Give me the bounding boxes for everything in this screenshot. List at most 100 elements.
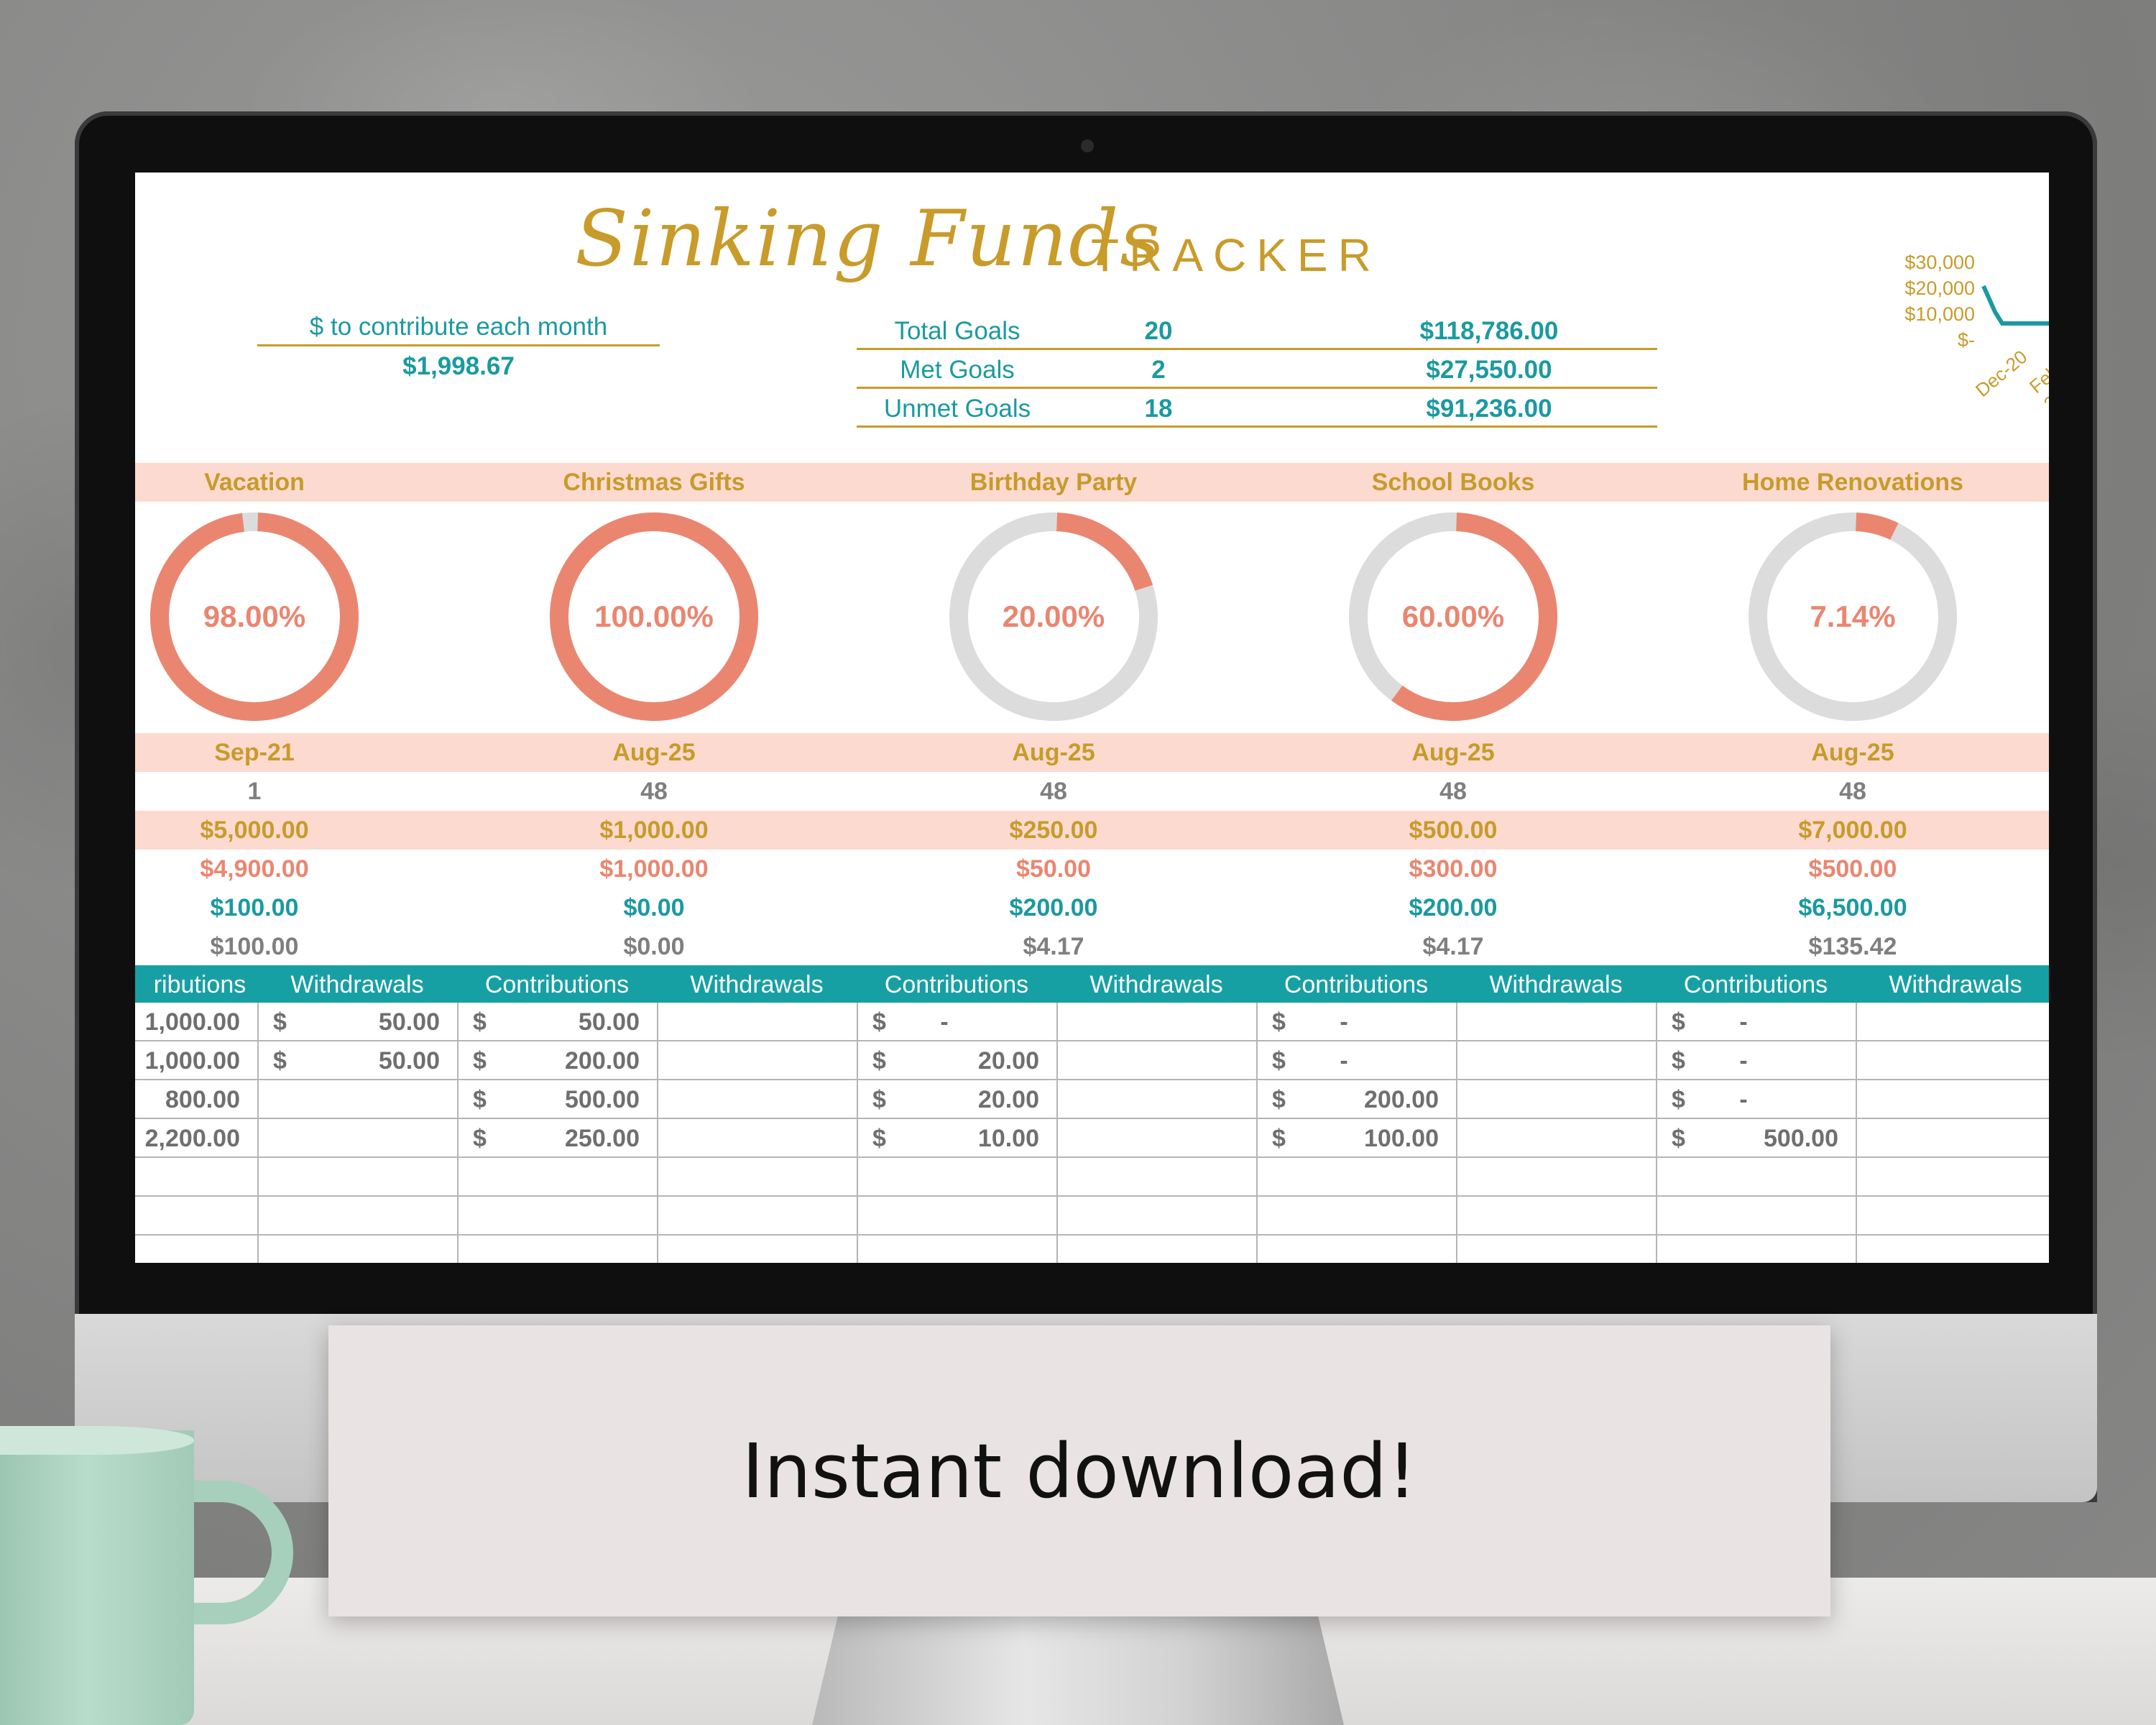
ledger-cell[interactable]: 100.00: [1295, 1125, 1439, 1153]
fund-remaining-amount[interactable]: $200.00: [854, 894, 1253, 922]
ledger-cell[interactable]: 500.00: [1695, 1125, 1838, 1153]
fund-goal-amount[interactable]: $1,000.00: [454, 816, 854, 845]
banner-text: Instant download!: [742, 1427, 1417, 1515]
goals-count[interactable]: 20: [1130, 317, 1187, 346]
ledger-header: Contributions: [1284, 971, 1429, 998]
ledger-cell[interactable]: 20.00: [895, 1047, 1039, 1075]
fund-saved-amount[interactable]: $50.00: [854, 855, 1253, 883]
grid-column-line: [1456, 1003, 1457, 1263]
fund-months-left[interactable]: 48: [854, 778, 1253, 806]
goals-row-met: Met Goals 2 $27,550.00: [857, 350, 1657, 389]
ledger-cell[interactable]: 1,000.00: [135, 1047, 240, 1075]
ledger-cell[interactable]: 800.00: [135, 1086, 240, 1114]
fund-months-left[interactable]: 48: [1253, 778, 1653, 806]
fund-saved-amount[interactable]: $4,900.00: [135, 855, 454, 883]
fund-remaining-amount[interactable]: $0.00: [454, 894, 854, 922]
grid-column-line: [1256, 1003, 1258, 1263]
fund-saved-amount[interactable]: $500.00: [1653, 855, 2049, 883]
ledger-cell[interactable]: -: [1722, 1047, 1765, 1075]
fund-saved-amount[interactable]: $1,000.00: [454, 855, 854, 883]
ledger-cell[interactable]: -: [1722, 1086, 1765, 1114]
fund-goal-amount[interactable]: $7,000.00: [1653, 816, 2049, 845]
fund-goal-amount[interactable]: $500.00: [1253, 816, 1653, 845]
goals-label: Unmet Goals: [883, 395, 1031, 423]
fund-remaining-amount[interactable]: $6,500.00: [1653, 894, 2049, 922]
fund-monthly-amount[interactable]: $0.00: [454, 933, 854, 961]
fund-remaining-amount[interactable]: $200.00: [1253, 894, 1653, 922]
fund-progress-donut[interactable]: 100.00%: [546, 509, 762, 724]
chart-series-line: [1981, 285, 2049, 326]
grid-row-line: [135, 1118, 2049, 1119]
grid-row-line: [135, 1234, 2049, 1236]
fund-months-left[interactable]: 48: [454, 778, 854, 806]
fund-progress-donut[interactable]: 60.00%: [1345, 509, 1561, 724]
ledger-header: Contributions: [884, 971, 1029, 998]
fund-months-left[interactable]: 48: [1653, 778, 2049, 806]
fund-monthly-amount[interactable]: $4.17: [1253, 933, 1653, 961]
goals-count[interactable]: 18: [1130, 395, 1187, 423]
grid-column-line: [1656, 1003, 1657, 1263]
fund-name[interactable]: Christmas Gifts: [454, 469, 854, 497]
fund-goal-amount[interactable]: $250.00: [854, 816, 1253, 845]
ledger-header: Contributions: [484, 971, 630, 998]
ledger-cell[interactable]: 2,200.00: [135, 1125, 240, 1153]
fund-target-date[interactable]: Sep-21: [135, 739, 454, 767]
savings-mini-chart[interactable]: $30,000 $20,000 $10,000 $- Dec-20 Feb-21: [1874, 244, 2049, 415]
fund-target-date[interactable]: Aug-25: [1253, 739, 1653, 767]
fund-monthly-amount[interactable]: $100.00: [135, 933, 454, 961]
grid-column-line: [657, 1003, 658, 1263]
ledger-cell[interactable]: 250.00: [496, 1125, 640, 1153]
fund-progress-donut[interactable]: 98.00%: [147, 509, 362, 724]
ledger-cell[interactable]: 200.00: [496, 1047, 640, 1075]
ledger-cell[interactable]: 200.00: [1295, 1086, 1439, 1114]
ledger-cell[interactable]: -: [1322, 1047, 1365, 1075]
fund-progress-donut[interactable]: 7.14%: [1745, 509, 1961, 724]
ledger-cell[interactable]: 1,000.00: [135, 1008, 240, 1036]
donut-percent-label: 7.14%: [1810, 599, 1896, 633]
goals-amount[interactable]: $27,550.00: [1345, 356, 1633, 385]
fund-name[interactable]: Home Renovations: [1653, 469, 2049, 497]
fund-name[interactable]: School Books: [1253, 469, 1653, 497]
monthly-contribution-value[interactable]: $1,998.67: [257, 352, 660, 381]
fund-name[interactable]: Vacation: [135, 469, 454, 497]
ledger-header: Withdrawals: [690, 971, 824, 998]
goals-row-unmet: Unmet Goals 18 $91,236.00: [857, 389, 1657, 428]
ledger-cell[interactable]: -: [923, 1008, 966, 1036]
ledger-cell[interactable]: 500.00: [496, 1086, 640, 1114]
ledger-cell[interactable]: -: [1322, 1008, 1365, 1036]
ledger-currency-symbol: $: [1672, 1047, 1685, 1075]
ledger-cell[interactable]: 50.00: [496, 1008, 640, 1036]
grid-column-line: [457, 1003, 459, 1263]
fund-goal-amount[interactable]: $5,000.00: [135, 816, 454, 845]
ledger-cell[interactable]: 20.00: [895, 1086, 1039, 1114]
grid-column-line: [257, 1003, 259, 1263]
fund-progress-donut[interactable]: 20.00%: [946, 509, 1161, 724]
goals-count[interactable]: 2: [1130, 356, 1187, 385]
goals-label: Total Goals: [894, 317, 1021, 345]
title-tracker: TRACKER: [1091, 229, 1381, 281]
ledger-cell[interactable]: 10.00: [895, 1125, 1039, 1153]
donut-percent-label: 98.00%: [203, 599, 306, 633]
fund-target-date[interactable]: Aug-25: [854, 739, 1253, 767]
mug-rim: [0, 1426, 194, 1455]
ledger-cell[interactable]: 50.00: [296, 1047, 440, 1075]
fund-remaining-amount[interactable]: $100.00: [135, 894, 454, 922]
goals-amount[interactable]: $91,236.00: [1345, 395, 1633, 423]
ledger-currency-symbol: $: [872, 1008, 886, 1036]
goals-amount[interactable]: $118,786.00: [1345, 317, 1633, 346]
fund-monthly-amount[interactable]: $4.17: [854, 933, 1253, 961]
ledger-cell[interactable]: 50.00: [296, 1008, 440, 1036]
spreadsheet-screen: Sinking Funds TRACKER $ to contribute ea…: [135, 172, 2049, 1263]
fund-saved-amount[interactable]: $300.00: [1253, 855, 1653, 883]
fund-target-date[interactable]: Aug-25: [454, 739, 854, 767]
ledger-header: Withdrawals: [1889, 971, 2022, 998]
ledger-cell[interactable]: -: [1722, 1008, 1765, 1036]
donut-percent-label: 100.00%: [594, 599, 714, 633]
fund-name[interactable]: Birthday Party: [854, 469, 1253, 497]
fund-months-left[interactable]: 1: [135, 778, 454, 806]
grid-column-line: [857, 1003, 858, 1263]
fund-target-date[interactable]: Aug-25: [1653, 739, 2049, 767]
fund-monthly-amount[interactable]: $135.42: [1653, 933, 2049, 961]
ledger-header: ributions: [153, 971, 247, 998]
ledger-currency-symbol: $: [1272, 1047, 1286, 1075]
